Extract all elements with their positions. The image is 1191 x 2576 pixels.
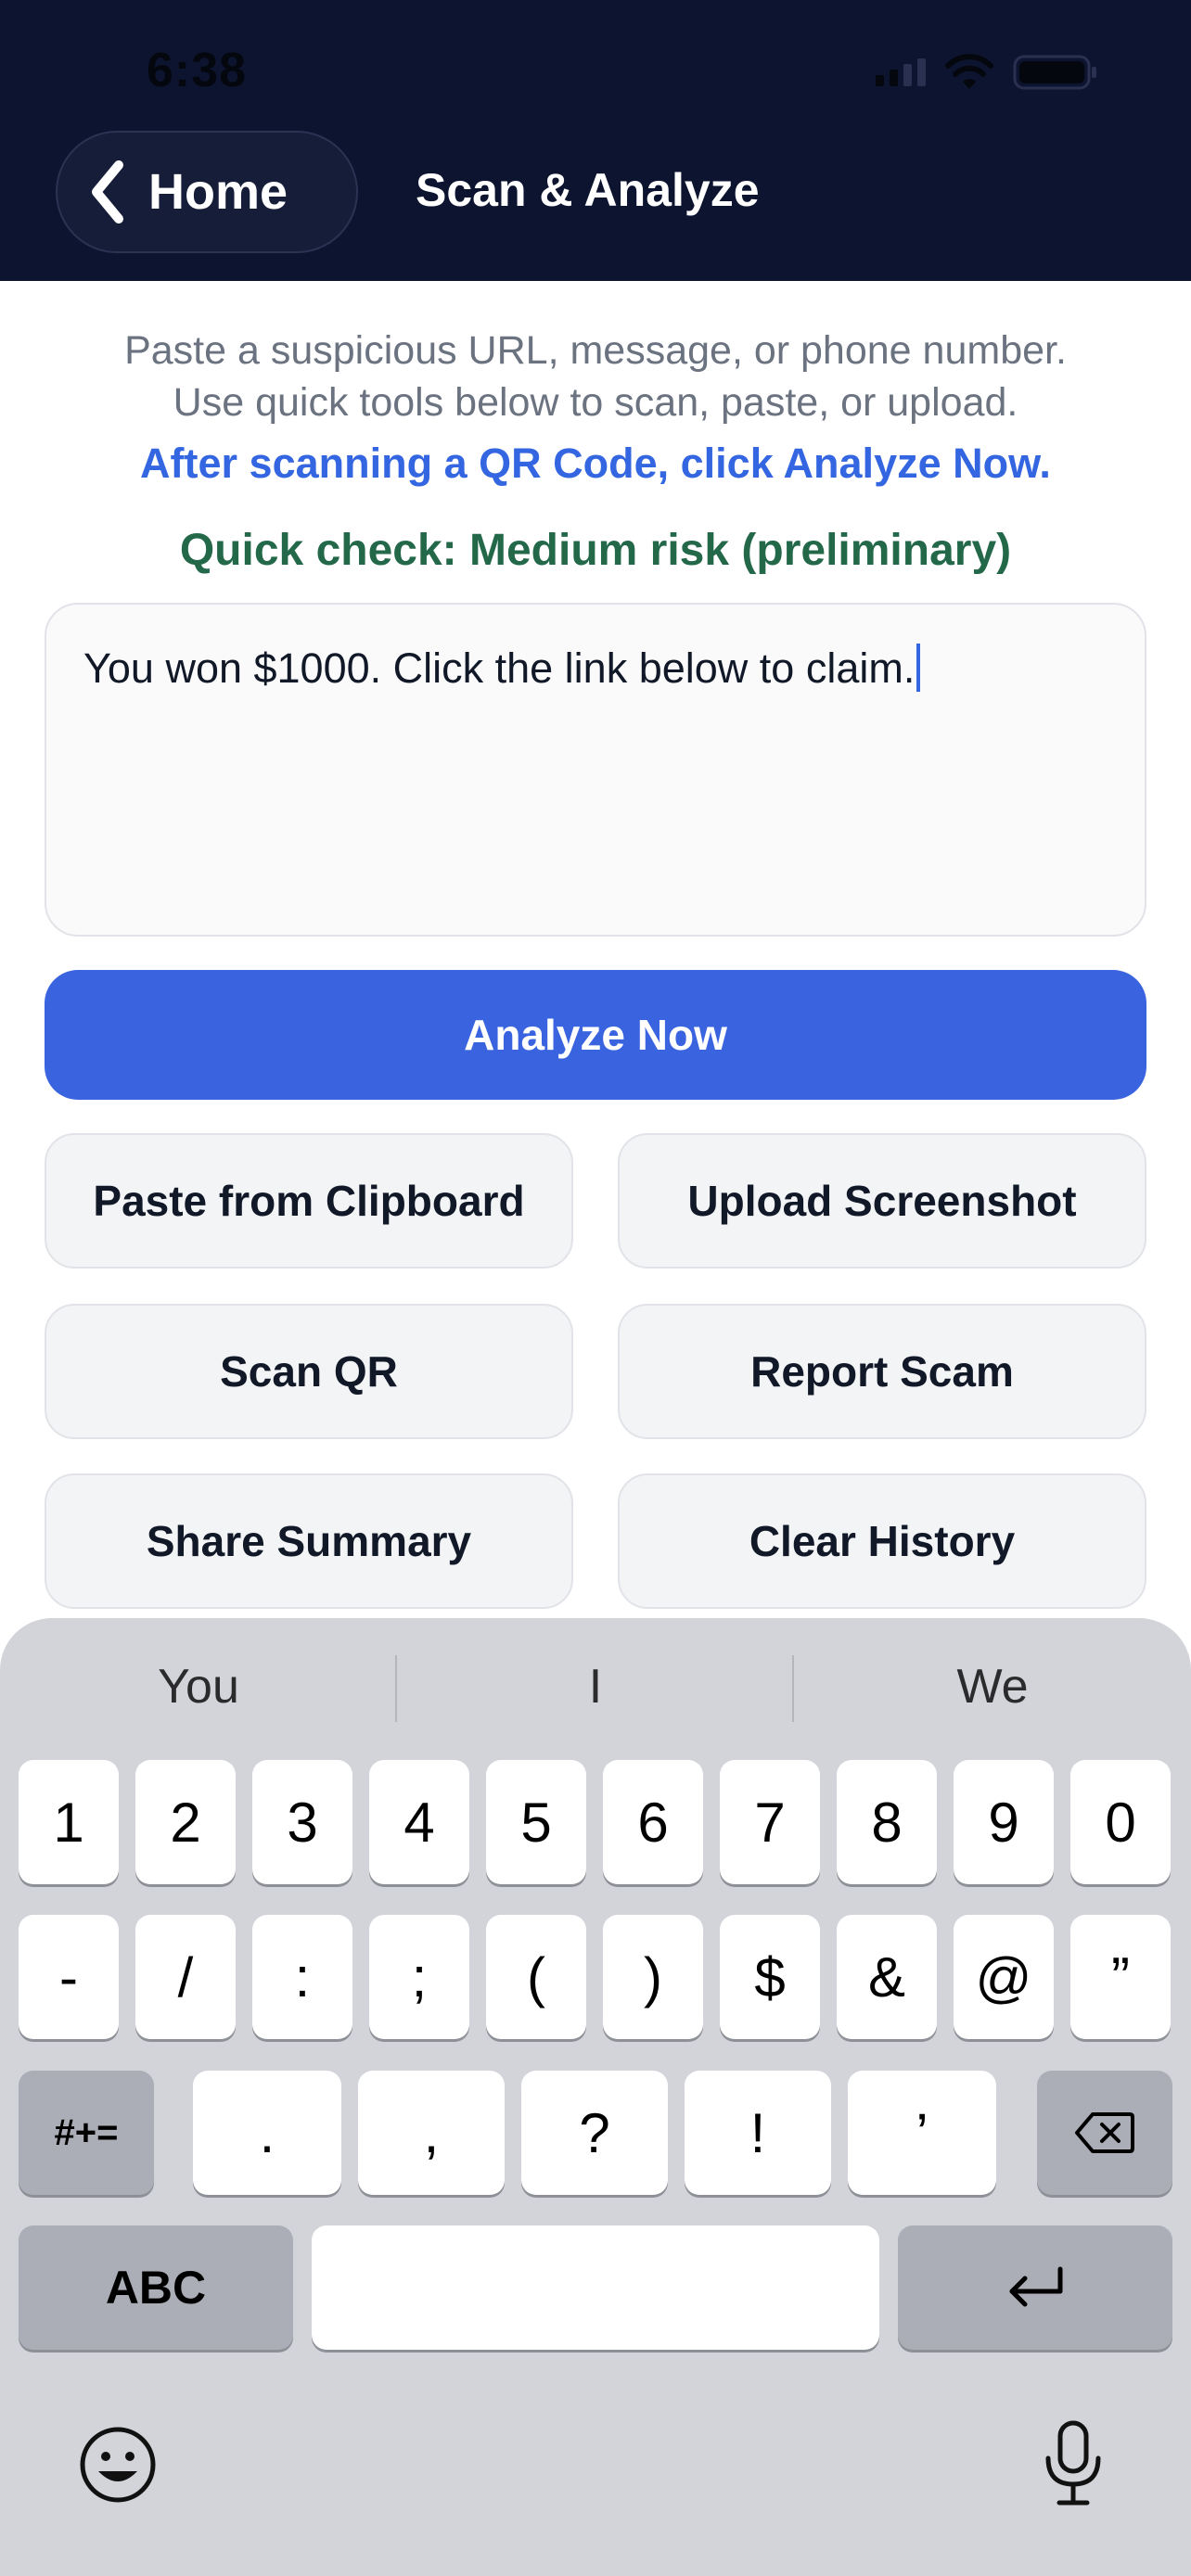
analyze-now-button[interactable]: Analyze Now xyxy=(45,970,1146,1100)
suggestion-item[interactable]: We xyxy=(794,1618,1191,1755)
report-scam-button[interactable]: Report Scam xyxy=(618,1304,1146,1439)
message-input[interactable]: You won $1000. Click the link below to c… xyxy=(45,603,1146,937)
key[interactable]: ” xyxy=(1070,1915,1171,2039)
scan-qr-button[interactable]: Scan QR xyxy=(45,1304,573,1439)
abc-key[interactable]: ABC xyxy=(19,2225,293,2350)
suggestion-bar: You I We xyxy=(0,1618,1191,1755)
return-icon xyxy=(1009,2266,1063,2307)
key[interactable]: & xyxy=(837,1915,937,2039)
key[interactable]: ; xyxy=(369,1915,469,2039)
key[interactable]: 3 xyxy=(252,1760,352,1884)
microphone-icon xyxy=(1045,2420,1101,2506)
battery-icon xyxy=(1013,54,1098,91)
signal-icon xyxy=(876,58,926,86)
suggestion-item[interactable]: I xyxy=(397,1618,794,1755)
message-input-value: You won $1000. Click the link below to c… xyxy=(83,644,916,692)
space-key[interactable] xyxy=(312,2225,879,2350)
qr-hint: After scanning a QR Code, click Analyze … xyxy=(140,440,1051,487)
quick-check-status: Quick check: Medium risk (preliminary) xyxy=(179,526,1012,575)
key[interactable]: 7 xyxy=(720,1760,820,1884)
suggestion-item[interactable]: You xyxy=(0,1618,397,1755)
wifi-icon xyxy=(944,54,994,91)
key[interactable]: $ xyxy=(720,1915,820,2039)
intro-line-1: Paste a suspicious URL, message, or phon… xyxy=(124,328,1067,373)
key[interactable]: , xyxy=(358,2071,505,2195)
delete-key[interactable] xyxy=(1037,2071,1172,2195)
key[interactable]: . xyxy=(193,2071,341,2195)
key[interactable]: 5 xyxy=(486,1760,586,1884)
status-time: 6:38 xyxy=(147,44,248,97)
key[interactable]: 4 xyxy=(369,1760,469,1884)
emoji-key[interactable] xyxy=(78,2425,158,2509)
upload-screenshot-button[interactable]: Upload Screenshot xyxy=(618,1133,1146,1269)
share-summary-button[interactable]: Share Summary xyxy=(45,1473,573,1609)
text-caret xyxy=(916,644,921,692)
key[interactable]: 6 xyxy=(603,1760,703,1884)
key[interactable]: 8 xyxy=(837,1760,937,1884)
key[interactable]: 2 xyxy=(135,1760,236,1884)
key[interactable]: ’ xyxy=(848,2071,996,2195)
key[interactable]: - xyxy=(19,1915,119,2039)
emoji-icon xyxy=(80,2427,156,2503)
back-label: Home xyxy=(148,164,288,220)
key[interactable]: @ xyxy=(954,1915,1054,2039)
more-symbols-key[interactable]: #+= xyxy=(19,2071,154,2195)
key[interactable]: ( xyxy=(486,1915,586,2039)
key[interactable]: ) xyxy=(603,1915,703,2039)
intro-text: Paste a suspicious URL, message, or phon… xyxy=(0,325,1191,428)
return-key[interactable] xyxy=(898,2225,1172,2350)
key[interactable]: : xyxy=(252,1915,352,2039)
clear-history-button[interactable]: Clear History xyxy=(618,1473,1146,1609)
status-icons xyxy=(876,54,1098,91)
back-home-button[interactable]: Home xyxy=(56,131,358,253)
key[interactable]: 1 xyxy=(19,1760,119,1884)
paste-from-clipboard-button[interactable]: Paste from Clipboard xyxy=(45,1133,573,1269)
app-header: 6:38 Home Scan & Analyze xyxy=(0,0,1191,281)
intro-line-2: Use quick tools below to scan, paste, or… xyxy=(173,380,1018,425)
page-title: Scan & Analyze xyxy=(416,164,760,216)
key[interactable]: / xyxy=(135,1915,236,2039)
keyboard: You I We 1 2 3 4 5 6 7 8 9 0 - / : ; ( )… xyxy=(0,1618,1191,2576)
key[interactable]: ! xyxy=(685,2071,831,2195)
key[interactable]: ? xyxy=(521,2071,668,2195)
chevron-left-icon xyxy=(92,160,123,223)
backspace-icon xyxy=(1075,2112,1134,2153)
key[interactable]: 0 xyxy=(1070,1760,1171,1884)
key[interactable]: 9 xyxy=(954,1760,1054,1884)
dictation-key[interactable] xyxy=(1043,2419,1104,2513)
